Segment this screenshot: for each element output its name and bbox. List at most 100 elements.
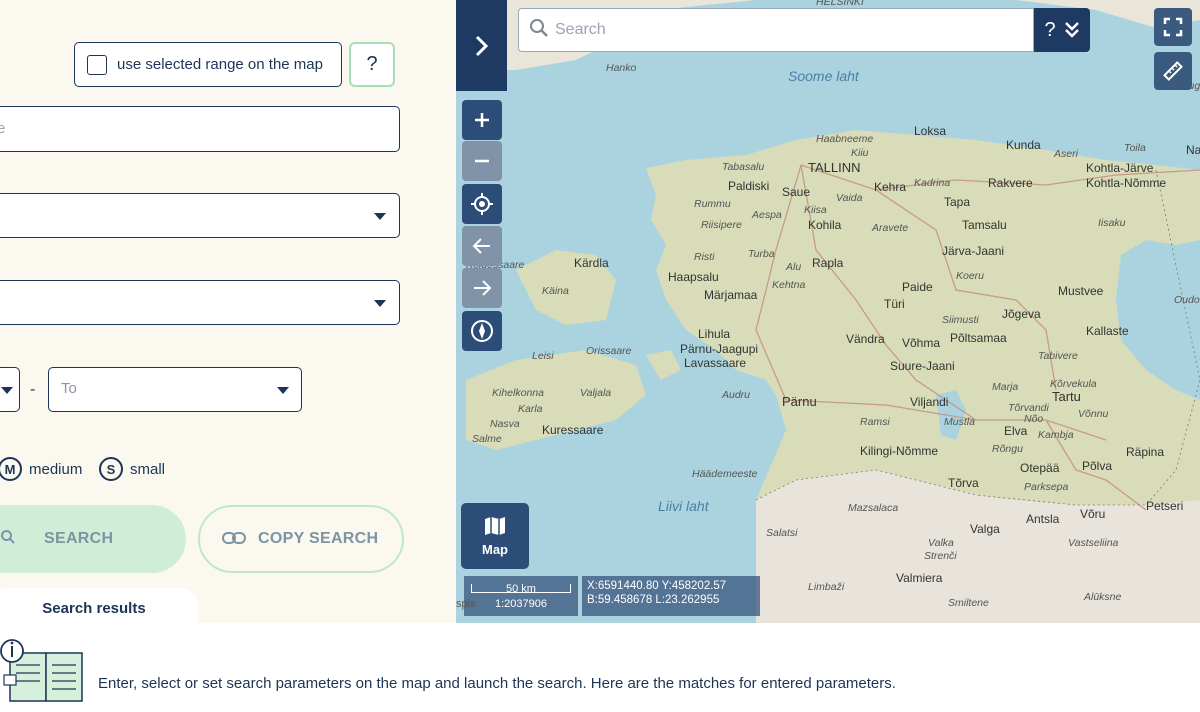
map-label-vandra: Vändra (846, 332, 885, 346)
map-label-riisipere: Riisipere (701, 219, 742, 231)
map-label-kiisa: Kiisa (804, 204, 827, 216)
coordinate-bl: B:59.458678 L:23.262955 (587, 594, 720, 606)
map-label-kohtla-nomme: Kohtla-Nõmme (1086, 176, 1167, 190)
map-label-tamsalu: Tamsalu (962, 218, 1007, 232)
tab-search-results[interactable]: Search results (0, 588, 198, 623)
search-text-input[interactable]: e (0, 106, 400, 152)
map-search-controls: ? (1034, 8, 1090, 52)
use-range-checkbox-row[interactable]: use selected range on the map (74, 42, 342, 87)
next-view-button[interactable] (462, 268, 502, 308)
map-label-kallaste: Kallaste (1086, 324, 1129, 338)
map-label-audru: Audru (722, 389, 751, 401)
select-field-2[interactable] (0, 280, 400, 325)
chevron-down-icon (374, 300, 386, 307)
map-label-siimusti: Siimusti (942, 314, 979, 326)
locate-icon (471, 193, 493, 215)
map-label-kohila: Kohila (808, 218, 842, 232)
map-label-leisi: Leisi (532, 350, 554, 362)
map-label-rapina: Räpina (1126, 445, 1165, 459)
scale-ratio: 1:2037906 (495, 598, 547, 610)
locate-me-button[interactable] (462, 184, 502, 224)
map-label-kunda: Kunda (1006, 138, 1041, 152)
map-label-rapla: Rapla (812, 256, 844, 270)
map-label-valmiera: Valmiera (896, 571, 943, 585)
map-label-salme: Salme (472, 433, 502, 445)
map-label-haapsalu: Haapsalu (668, 270, 719, 284)
fullscreen-button[interactable] (1154, 8, 1192, 46)
map-label-otepaa: Otepää (1020, 461, 1060, 475)
zoom-out-button[interactable] (462, 141, 502, 181)
map-label-kilingi-nomme: Kilingi-Nõmme (860, 444, 939, 458)
map-search-help-button[interactable]: ? (1044, 19, 1055, 42)
map-label-vaida: Vaida (836, 192, 863, 204)
size-option-small[interactable]: S small (99, 457, 165, 481)
collapse-panel-button[interactable] (456, 0, 507, 91)
map-label-orissaare: Orissaare (586, 345, 632, 357)
map-label-kiiu: Kiiu (851, 147, 869, 159)
map-label-nasva: Nasva (490, 418, 520, 430)
map-label-oudova: Oudova (1174, 294, 1200, 306)
map-label-jarva-jaani: Järva-Jaani (942, 244, 1005, 258)
scale-bar: 50 km 1:2037906 (464, 576, 578, 616)
map-label-torva: Tõrva (948, 476, 979, 490)
map-label-hanko: Hanko (606, 62, 637, 74)
compass-button[interactable] (462, 311, 502, 351)
double-chevron-down-icon[interactable] (1064, 21, 1080, 39)
select-field-1[interactable] (0, 193, 400, 238)
map-layer-button[interactable]: Map (461, 503, 529, 569)
map-background (456, 0, 1200, 623)
map-label-aseri: Aseri (1054, 148, 1078, 160)
minus-icon (475, 159, 489, 163)
map-label-voru: Võru (1080, 507, 1106, 521)
arrow-left-icon (472, 238, 490, 254)
map-label-parnu-jaagupi: Pärnu-Jaagupi (680, 342, 759, 356)
map-label-paide: Paide (902, 280, 933, 294)
info-footer: Enter, select or set search parameters o… (0, 623, 1200, 712)
map-label-kehra: Kehra (874, 180, 907, 194)
chevron-down-icon (374, 213, 386, 220)
map-label-strenci: Strenči (924, 550, 957, 562)
map-label-marjamaa: Märjamaa (704, 288, 758, 302)
use-range-checkbox[interactable] (87, 54, 107, 75)
map-label-valjala: Valjala (580, 387, 612, 399)
previous-view-button[interactable] (462, 226, 502, 266)
map-label-aluksne: Alūksne (1084, 591, 1122, 603)
copy-search-button[interactable]: COPY SEARCH (198, 505, 404, 573)
map-label-alu: Alu (786, 261, 802, 273)
search-text-placeholder: e (0, 120, 6, 137)
map-label-kehtna: Kehtna (772, 279, 806, 291)
measure-button[interactable] (1154, 52, 1192, 90)
map-label-kambja: Kambja (1038, 429, 1074, 441)
map-label-iisaku: Iisaku (1098, 217, 1126, 229)
scale-distance: 50 km (506, 583, 536, 595)
map-label-kadrina: Kadrina (914, 177, 951, 189)
map-label-liivi-laht: Liivi laht (658, 498, 709, 514)
zoom-in-button[interactable] (462, 100, 502, 140)
size-option-medium[interactable]: M medium (0, 457, 82, 481)
small-size-icon: S (99, 457, 123, 481)
help-button[interactable]: ? (349, 42, 395, 87)
map-label-aespa: Aespa (752, 209, 782, 221)
map-label-ramsi: Ramsi (860, 416, 890, 428)
chevron-right-icon (475, 35, 488, 56)
map-label-vonnu: Võnnu (1078, 408, 1109, 420)
map-label-vohma: Võhma (902, 336, 941, 350)
map-label-tallinn: TALLINN (808, 160, 861, 175)
map-label-valka: Valka (928, 537, 954, 549)
map-label-kihelkonna: Kihelkonna (492, 387, 544, 399)
to-select[interactable]: To (48, 367, 302, 412)
map-label-parksepa: Parksepa (1024, 481, 1069, 493)
map-label-poltsamaa: Põltsamaa (950, 331, 1007, 345)
map-label-haademeeste: Häädemeeste (692, 468, 758, 480)
map-label-lihula: Lihula (698, 327, 731, 341)
map-label-kaina: Käina (542, 285, 569, 297)
map-label-haabneeme: Haabneeme (816, 133, 874, 145)
from-select[interactable] (0, 367, 20, 412)
search-button[interactable]: SEARCH (0, 505, 186, 573)
size-small-label: small (130, 460, 166, 478)
map-label-mustvee: Mustvee (1058, 284, 1104, 298)
chevron-down-icon (277, 387, 289, 394)
map-search-input[interactable]: Search (518, 8, 1034, 52)
map-label-toila: Toila (1124, 142, 1146, 154)
map-view[interactable]: Soome laht Liivi laht Hanko HELSINKI TAL… (456, 0, 1200, 623)
